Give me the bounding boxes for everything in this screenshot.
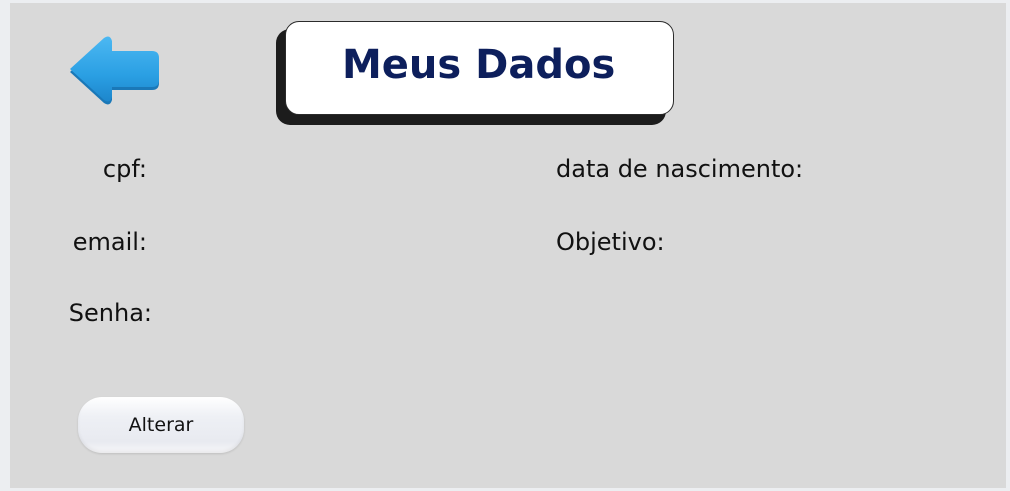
birth-date-label: data de nascimento:: [556, 155, 804, 183]
profile-panel: Meus Dados cpf: email: Senha: data de na…: [10, 3, 1006, 488]
senha-label: Senha:: [68, 299, 152, 327]
objective-label: Objetivo:: [556, 228, 665, 256]
title-card: Meus Dados: [276, 21, 676, 125]
back-button[interactable]: [66, 34, 162, 106]
title-card-box: Meus Dados: [285, 21, 674, 115]
email-label: email:: [72, 228, 147, 256]
page-title: Meus Dados: [342, 42, 616, 88]
alterar-button[interactable]: Alterar: [78, 397, 244, 453]
back-arrow-icon: [70, 36, 159, 105]
cpf-label: cpf:: [102, 155, 147, 183]
